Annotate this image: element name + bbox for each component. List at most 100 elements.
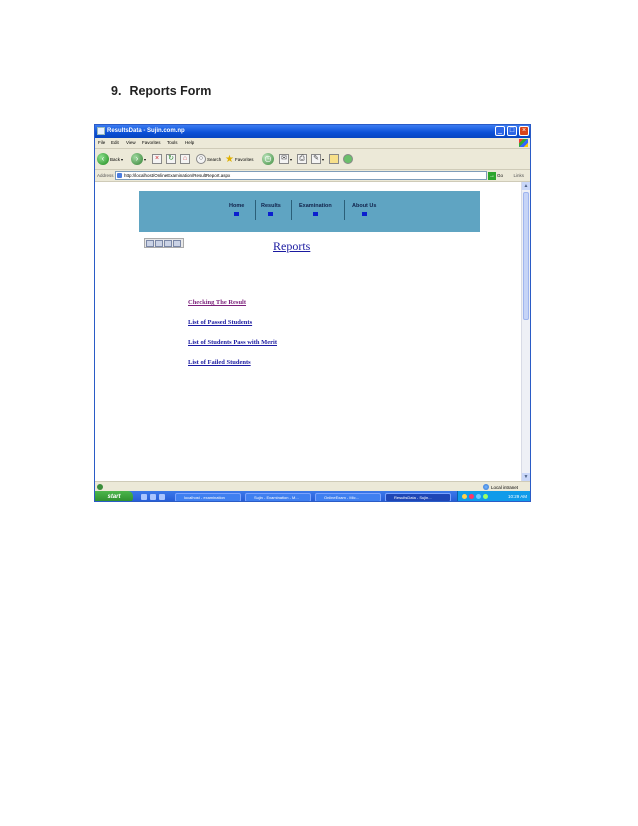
export-icon[interactable] <box>164 240 172 247</box>
edit-icon: ✎ <box>311 154 321 164</box>
print-button[interactable]: ⎙ <box>297 152 307 166</box>
toolbar: ‹ Back ▾ › ▾ × ↻ ⌂ ○ Search ★ Favorites … <box>95 149 530 170</box>
ie-page-icon <box>97 127 105 135</box>
nav-results-label: Results <box>261 203 281 209</box>
home-button[interactable]: ⌂ <box>180 152 190 166</box>
start-button[interactable]: start <box>95 491 133 501</box>
scroll-thumb[interactable] <box>523 192 529 320</box>
scroll-down-icon[interactable]: ▼ <box>522 473 530 481</box>
address-input[interactable] <box>115 171 487 180</box>
menu-tools[interactable]: Tools <box>167 140 178 145</box>
tray-icon[interactable] <box>462 494 467 499</box>
heading-text: Reports Form <box>129 84 212 98</box>
menu-favorites[interactable]: Favorites <box>142 140 161 145</box>
nav-marker-icon <box>268 212 274 216</box>
star-icon: ★ <box>225 153 234 165</box>
mail-icon: ✉ <box>279 154 289 164</box>
print-icon[interactable] <box>155 240 163 247</box>
nav-marker-icon <box>361 212 367 216</box>
go-label: Go <box>497 173 504 178</box>
history-button[interactable]: ◷ <box>262 152 274 166</box>
task-localhost[interactable]: localhost - examination <box>175 493 241 501</box>
messenger-button[interactable] <box>343 152 353 166</box>
search-icon: ○ <box>196 154 206 164</box>
print-icon: ⎙ <box>297 154 307 164</box>
zone-label: Local intranet <box>490 484 518 490</box>
refresh-icon: ↻ <box>166 154 176 164</box>
show-desktop-icon[interactable] <box>141 494 147 500</box>
nav-home[interactable]: Home <box>229 203 244 216</box>
go-arrow-icon: → <box>488 171 496 180</box>
nav-marker-icon <box>312 212 318 216</box>
report-toolbar <box>144 238 184 248</box>
link-passed-students[interactable]: List of Passed Students <box>188 319 252 326</box>
nav-home-label: Home <box>229 203 245 209</box>
menu-help[interactable]: Help <box>185 140 194 145</box>
heading-number: 9. <box>111 84 122 98</box>
task-resultsdata[interactable]: ResultsData - Sujin... <box>385 493 451 501</box>
link-failed-students[interactable]: List of Failed Students <box>188 359 251 366</box>
go-button[interactable]: → Go <box>488 171 503 180</box>
vertical-scrollbar[interactable]: ▲ ▼ <box>521 182 530 481</box>
link-checking-result[interactable]: Checking The Result <box>188 299 246 306</box>
favorites-button[interactable]: ★ Favorites <box>225 152 253 166</box>
nav-results[interactable]: Results <box>261 203 281 216</box>
address-bar: Address → Go Links <box>95 170 530 182</box>
scroll-up-icon[interactable]: ▲ <box>522 182 530 190</box>
media-quicklaunch-icon[interactable] <box>159 494 165 500</box>
back-button[interactable]: ‹ Back ▾ <box>97 152 123 166</box>
task-sujin[interactable]: Sujin - Examination - M... <box>245 493 311 501</box>
menu-file[interactable]: File <box>98 140 105 145</box>
mail-button[interactable]: ✉ ▾ <box>279 152 292 166</box>
home-icon: ⌂ <box>180 154 190 164</box>
favorites-label: Favorites <box>234 156 254 162</box>
maximize-button[interactable]: □ <box>507 126 517 136</box>
document-heading: 9. Reports Form <box>111 84 211 98</box>
forward-button[interactable]: › ▾ <box>131 152 146 166</box>
refresh-button[interactable]: ↻ <box>166 152 176 166</box>
folder-icon[interactable] <box>173 240 181 247</box>
stop-button[interactable]: × <box>152 152 162 166</box>
ie-quicklaunch-icon[interactable] <box>150 494 156 500</box>
link-merit-students[interactable]: List of Students Pass with Merit <box>188 339 277 346</box>
nav-about-us[interactable]: About Us <box>352 203 376 216</box>
search-label: Search <box>207 156 222 162</box>
menu-edit[interactable]: Edit <box>111 140 119 145</box>
intranet-icon <box>482 484 489 490</box>
stop-icon: × <box>152 154 162 164</box>
page-icon <box>117 173 122 178</box>
address-label: Address <box>97 173 114 178</box>
window-title: ResultsData - Sujin.com.np <box>107 128 185 134</box>
close-button[interactable]: × <box>519 126 529 136</box>
security-zone: Local intranet <box>482 484 518 490</box>
discuss-button[interactable] <box>329 152 339 166</box>
menu-bar: File Edit View Favorites Tools Help <box>95 138 530 149</box>
save-icon[interactable] <box>146 240 154 247</box>
nav-examination[interactable]: Examination <box>299 203 332 216</box>
forward-arrow-icon: › <box>131 153 143 165</box>
search-button[interactable]: ○ Search <box>196 152 221 166</box>
nav-divider <box>291 200 292 220</box>
tray-icon[interactable] <box>469 494 474 499</box>
page-title: Reports <box>273 239 311 253</box>
tray-icon[interactable] <box>476 494 481 499</box>
folder-icon <box>329 154 339 164</box>
minimize-button[interactable]: _ <box>495 126 505 136</box>
windows-logo-icon <box>519 139 528 147</box>
nav-divider <box>344 200 345 220</box>
edit-button[interactable]: ✎ ▾ <box>311 152 324 166</box>
title-bar: ResultsData - Sujin.com.np _ □ × <box>95 125 530 138</box>
browser-window: ResultsData - Sujin.com.np _ □ × File Ed… <box>94 124 531 502</box>
taskbar: start localhost - examination Sujin - Ex… <box>95 491 530 501</box>
site-nav-band: Home Results Examination About Us <box>139 191 480 232</box>
done-icon <box>97 484 103 490</box>
nav-about-us-label: About Us <box>352 203 377 209</box>
tray-icon[interactable] <box>483 494 488 499</box>
nav-examination-label: Examination <box>299 203 332 209</box>
menu-view[interactable]: View <box>126 140 136 145</box>
links-button[interactable]: Links <box>513 173 524 178</box>
system-tray: 10:29 AM <box>457 491 530 501</box>
task-onlineexam[interactable]: OnlineExam - Mic... <box>315 493 381 501</box>
page-viewport: Home Results Examination About Us Report… <box>95 182 522 481</box>
history-icon: ◷ <box>262 153 274 165</box>
